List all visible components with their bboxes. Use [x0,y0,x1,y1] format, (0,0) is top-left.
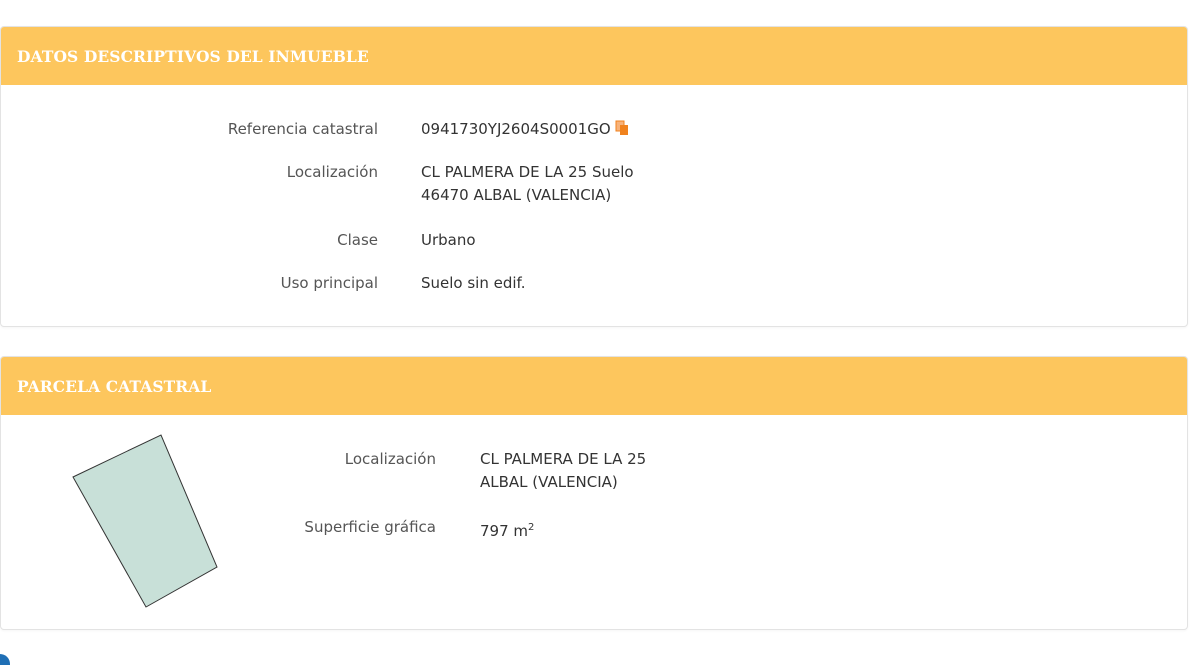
descriptive-data-header: DATOS DESCRIPTIVOS DEL INMUEBLE [1,27,1187,85]
cadastral-reference-label: Referencia catastral [227,120,378,138]
main-use-value: Suelo sin edif. [421,274,526,292]
parcel-location-row: Localización CL PALMERA DE LA 25 ALBAL (… [0,448,646,494]
main-use-label: Uso principal [280,274,378,292]
class-value: Urbano [421,231,476,249]
descriptive-data-title: DATOS DESCRIPTIVOS DEL INMUEBLE [17,46,369,66]
graphic-area-unit-sup: 2 [528,522,535,533]
cadastral-reference-row: Referencia catastral 0941730YJ2604S0001G… [0,118,629,143]
graphic-area-value: 797 m2 [480,516,534,543]
parcel-location-line2: ALBAL (VALENCIA) [480,473,618,491]
parcel-header: PARCELA CATASTRAL [1,357,1187,415]
main-use-row: Uso principal Suelo sin edif. [0,272,526,295]
location-label: Localización [286,163,378,181]
location-line2: 46470 ALBAL (VALENCIA) [421,186,612,204]
parcel-location-line1: CL PALMERA DE LA 25 [480,450,647,468]
info-icon [0,654,10,665]
location-value: CL PALMERA DE LA 25 Suelo 46470 ALBAL (V… [421,161,634,207]
parcel-location-label: Localización [344,450,436,468]
graphic-area-row: Superficie gráfica 797 m2 [0,516,534,543]
location-row: Localización CL PALMERA DE LA 25 Suelo 4… [0,161,634,207]
parcel-location-value: CL PALMERA DE LA 25 ALBAL (VALENCIA) [480,448,646,494]
copy-icon[interactable] [615,120,629,143]
cadastral-reference-text: 0941730YJ2604S0001GO [421,120,611,138]
class-label: Clase [337,231,378,249]
info-bar [0,650,1200,665]
class-row: Clase Urbano [0,229,476,252]
graphic-area-label: Superficie gráfica [304,518,436,536]
graphic-area-number: 797 m [480,522,529,540]
parcel-title: PARCELA CATASTRAL [17,376,212,396]
cadastral-reference-value: 0941730YJ2604S0001GO [421,118,629,143]
location-line1: CL PALMERA DE LA 25 Suelo [421,163,634,181]
